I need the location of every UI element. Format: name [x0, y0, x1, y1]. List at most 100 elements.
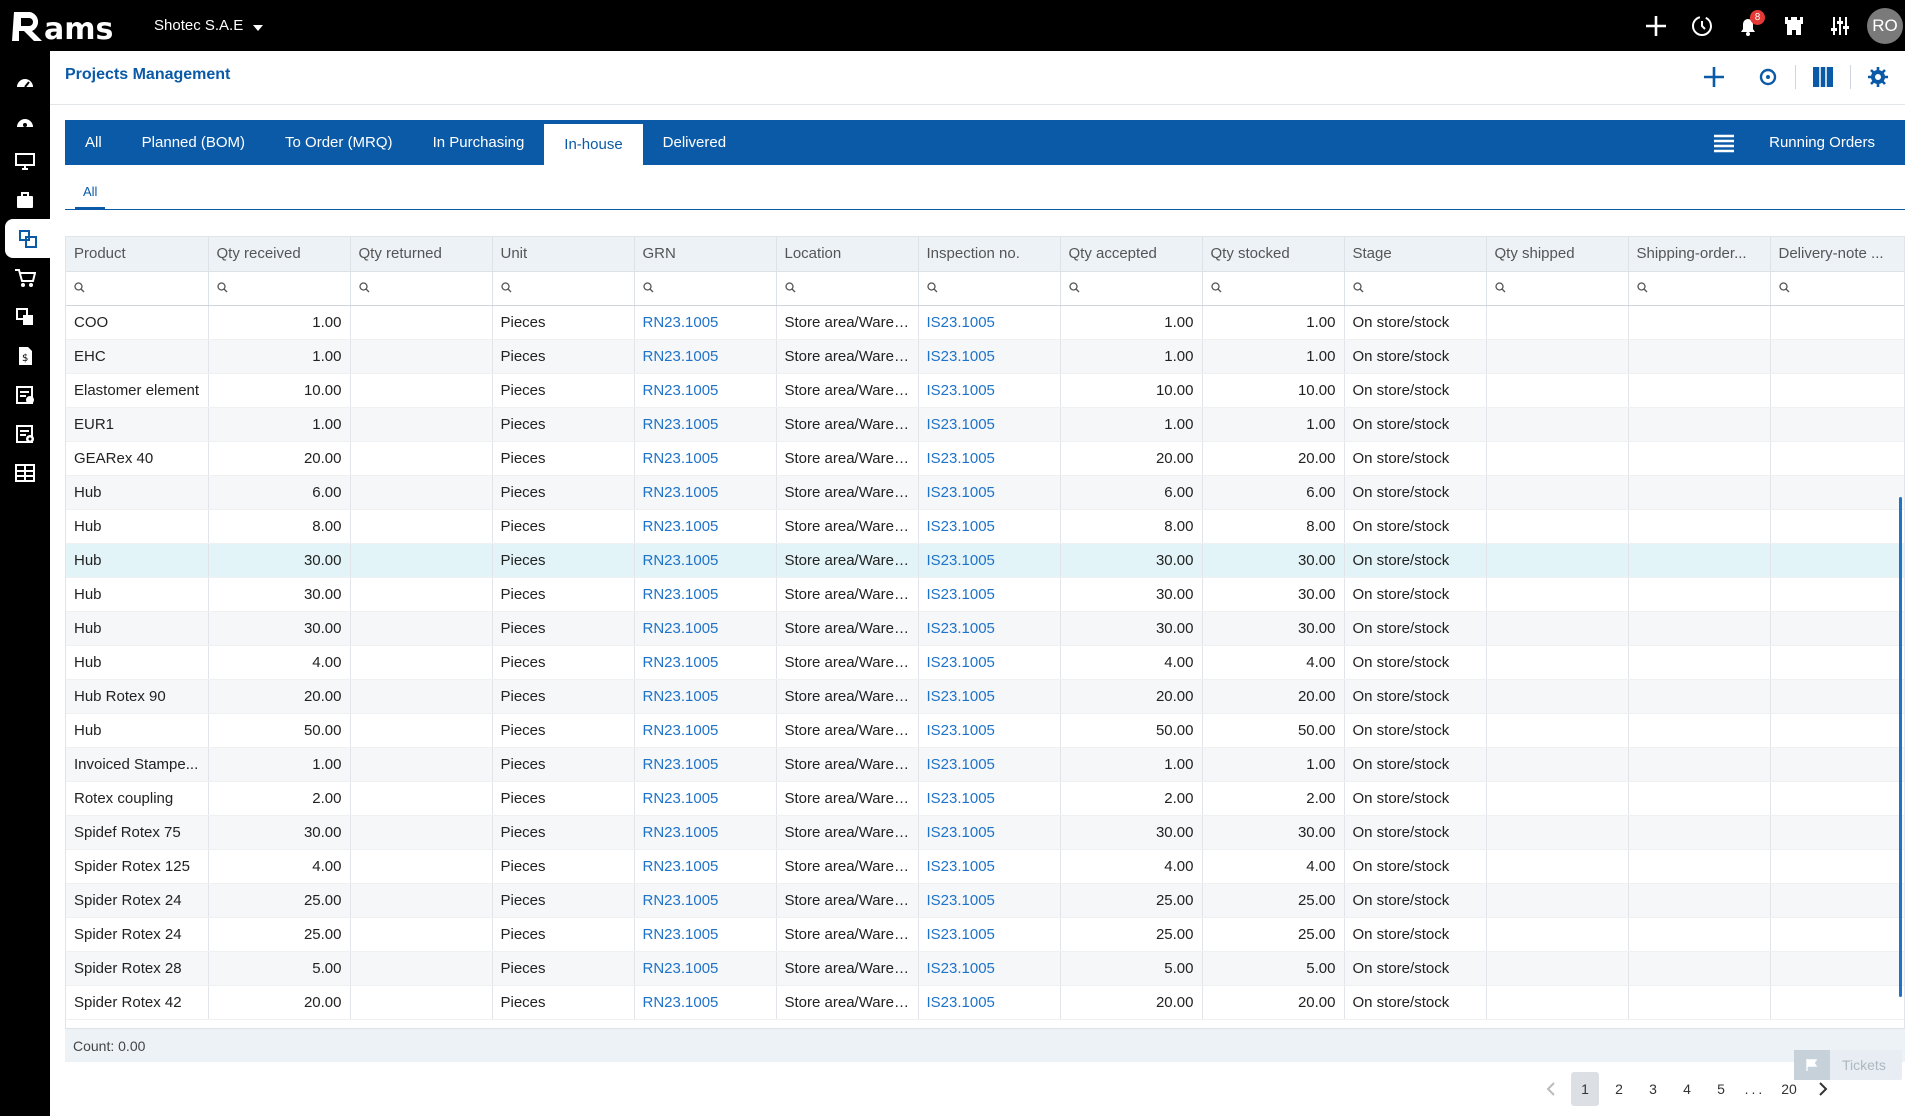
filter-product[interactable] — [66, 270, 209, 306]
page-20[interactable]: 20 — [1772, 1072, 1806, 1106]
column-header-qty-returned[interactable]: Qty returned — [350, 237, 493, 271]
table-row[interactable]: Hub 30.00 Pieces RN23.1005 Store area/Wareh.… — [66, 543, 1904, 578]
table-row[interactable]: Spider Rotex 28 5.00 Pieces RN23.1005 Store … — [66, 951, 1904, 986]
cell-grn[interactable]: RN23.1005 — [634, 747, 777, 782]
table-row[interactable]: GEARex 40 20.00 Pieces RN23.1005 Store area/… — [66, 441, 1904, 476]
cell-inspection-no[interactable]: IS23.1005 — [918, 577, 1061, 612]
company-selector[interactable]: Shotec S.A.E — [154, 17, 264, 34]
cell-inspection-no[interactable]: IS23.1005 — [918, 645, 1061, 680]
filter-qty-shipped[interactable] — [1486, 270, 1629, 306]
doc-settings-icon[interactable] — [0, 414, 50, 453]
column-header-qty-accepted[interactable]: Qty accepted — [1060, 237, 1203, 271]
cell-grn[interactable]: RN23.1005 — [634, 951, 777, 986]
filter-qty-returned[interactable] — [350, 270, 493, 306]
table-row[interactable]: Invoiced Stampe... 1.00 Pieces RN23.1005 Sto… — [66, 747, 1904, 782]
table-row[interactable]: Hub 6.00 Pieces RN23.1005 Store area/Wareh..… — [66, 475, 1904, 510]
add-icon[interactable] — [1687, 51, 1741, 102]
layout-icon[interactable] — [0, 453, 50, 492]
cell-inspection-no[interactable]: IS23.1005 — [918, 373, 1061, 408]
subtab-all[interactable]: All — [75, 178, 106, 210]
tab-planned-bom[interactable]: Planned (BOM) — [122, 120, 265, 165]
cell-grn[interactable]: RN23.1005 — [634, 339, 777, 374]
table-row[interactable]: Hub 4.00 Pieces RN23.1005 Store area/Wareh..… — [66, 645, 1904, 680]
swap-icon[interactable] — [0, 297, 50, 336]
cell-inspection-no[interactable]: IS23.1005 — [918, 339, 1061, 374]
cell-inspection-no[interactable]: IS23.1005 — [918, 713, 1061, 748]
table-row[interactable]: EHC 1.00 Pieces RN23.1005 Store area/Wareh..… — [66, 339, 1904, 374]
cell-inspection-no[interactable]: IS23.1005 — [918, 407, 1061, 442]
cell-grn[interactable]: RN23.1005 — [634, 917, 777, 952]
table-row[interactable]: EUR1 1.00 Pieces RN23.1005 Store area/Wareh.… — [66, 407, 1904, 442]
rams-logo[interactable]: ams — [10, 6, 132, 46]
column-header-location[interactable]: Location — [776, 237, 919, 271]
table-row[interactable]: Spider Rotex 24 25.00 Pieces RN23.1005 Store… — [66, 917, 1904, 952]
next-page-icon[interactable] — [1806, 1072, 1840, 1106]
plus-icon[interactable] — [1633, 0, 1679, 51]
table-row[interactable]: Hub 30.00 Pieces RN23.1005 Store area/Wareh.… — [66, 611, 1904, 646]
cell-inspection-no[interactable]: IS23.1005 — [918, 781, 1061, 816]
cell-inspection-no[interactable]: IS23.1005 — [918, 815, 1061, 850]
column-header-inspection-no[interactable]: Inspection no. — [918, 237, 1061, 271]
cell-grn[interactable]: RN23.1005 — [634, 509, 777, 544]
cart-icon[interactable] — [0, 258, 50, 297]
cell-inspection-no[interactable]: IS23.1005 — [918, 747, 1061, 782]
cell-inspection-no[interactable]: IS23.1005 — [918, 917, 1061, 952]
column-header-qty-received[interactable]: Qty received — [208, 237, 351, 271]
briefcase-icon[interactable] — [0, 180, 50, 219]
cell-inspection-no[interactable]: IS23.1005 — [918, 475, 1061, 510]
column-header-shipping-order[interactable]: Shipping-order... — [1628, 237, 1771, 271]
castle-icon[interactable] — [1771, 0, 1817, 51]
filter-location[interactable] — [776, 270, 919, 306]
cell-inspection-no[interactable]: IS23.1005 — [918, 305, 1061, 340]
cell-grn[interactable]: RN23.1005 — [634, 781, 777, 816]
cell-inspection-no[interactable]: IS23.1005 — [918, 985, 1061, 1020]
filter-inspection-no[interactable] — [918, 270, 1061, 306]
cell-grn[interactable]: RN23.1005 — [634, 407, 777, 442]
cell-inspection-no[interactable]: IS23.1005 — [918, 611, 1061, 646]
table-row[interactable]: COO 1.00 Pieces RN23.1005 Store area/Wareh..… — [66, 305, 1904, 340]
page-3[interactable]: 3 — [1636, 1072, 1670, 1106]
avatar[interactable]: RO — [1867, 7, 1903, 44]
table-row[interactable]: Hub Rotex 90 20.00 Pieces RN23.1005 Store ar… — [66, 679, 1904, 714]
menu-icon[interactable] — [1699, 133, 1749, 153]
cell-grn[interactable]: RN23.1005 — [634, 645, 777, 680]
filter-delivery-note[interactable] — [1770, 270, 1904, 306]
table-row[interactable]: Hub 8.00 Pieces RN23.1005 Store area/Wareh..… — [66, 509, 1904, 544]
column-header-delivery-note[interactable]: Delivery-note ... — [1770, 237, 1904, 271]
checklist-icon[interactable] — [0, 375, 50, 414]
filter-shipping-order[interactable] — [1628, 270, 1771, 306]
filter-qty-received[interactable] — [208, 270, 351, 306]
table-row[interactable]: Spider Rotex 24 25.00 Pieces RN23.1005 Store… — [66, 883, 1904, 918]
tab-all[interactable]: All — [65, 120, 122, 165]
tab-in-house[interactable]: In-house — [544, 124, 643, 165]
cell-inspection-no[interactable]: IS23.1005 — [918, 849, 1061, 884]
table-row[interactable]: Hub 50.00 Pieces RN23.1005 Store area/Wareh.… — [66, 713, 1904, 748]
column-header-qty-stocked[interactable]: Qty stocked — [1202, 237, 1345, 271]
column-header-grn[interactable]: GRN — [634, 237, 777, 271]
cell-grn[interactable]: RN23.1005 — [634, 611, 777, 646]
dashboard-icon[interactable] — [0, 63, 50, 102]
page-2[interactable]: 2 — [1602, 1072, 1636, 1106]
cell-inspection-no[interactable]: IS23.1005 — [918, 509, 1061, 544]
page-1[interactable]: 1 — [1571, 1072, 1599, 1106]
cell-grn[interactable]: RN23.1005 — [634, 679, 777, 714]
refresh-icon[interactable] — [1741, 51, 1795, 102]
filter-qty-stocked[interactable] — [1202, 270, 1345, 306]
filter-grn[interactable] — [634, 270, 777, 306]
table-row[interactable]: Rotex coupling 2.00 Pieces RN23.1005 Store a… — [66, 781, 1904, 816]
cell-grn[interactable]: RN23.1005 — [634, 305, 777, 340]
tab-to-order-mrq[interactable]: To Order (MRQ) — [265, 120, 413, 165]
column-header-unit[interactable]: Unit — [492, 237, 635, 271]
tab-in-purchasing[interactable]: In Purchasing — [413, 120, 545, 165]
cell-grn[interactable]: RN23.1005 — [634, 577, 777, 612]
page-5[interactable]: 5 — [1704, 1072, 1738, 1106]
cell-grn[interactable]: RN23.1005 — [634, 441, 777, 476]
cell-grn[interactable]: RN23.1005 — [634, 373, 777, 408]
monitor-icon[interactable] — [0, 141, 50, 180]
filter-unit[interactable] — [492, 270, 635, 306]
speed-icon[interactable] — [0, 102, 50, 141]
filter-stage[interactable] — [1344, 270, 1487, 306]
bell-icon[interactable]: 8 — [1725, 0, 1771, 51]
table-row[interactable]: Spider Rotex 42 20.00 Pieces RN23.1005 Store… — [66, 985, 1904, 1020]
cell-inspection-no[interactable]: IS23.1005 — [918, 441, 1061, 476]
